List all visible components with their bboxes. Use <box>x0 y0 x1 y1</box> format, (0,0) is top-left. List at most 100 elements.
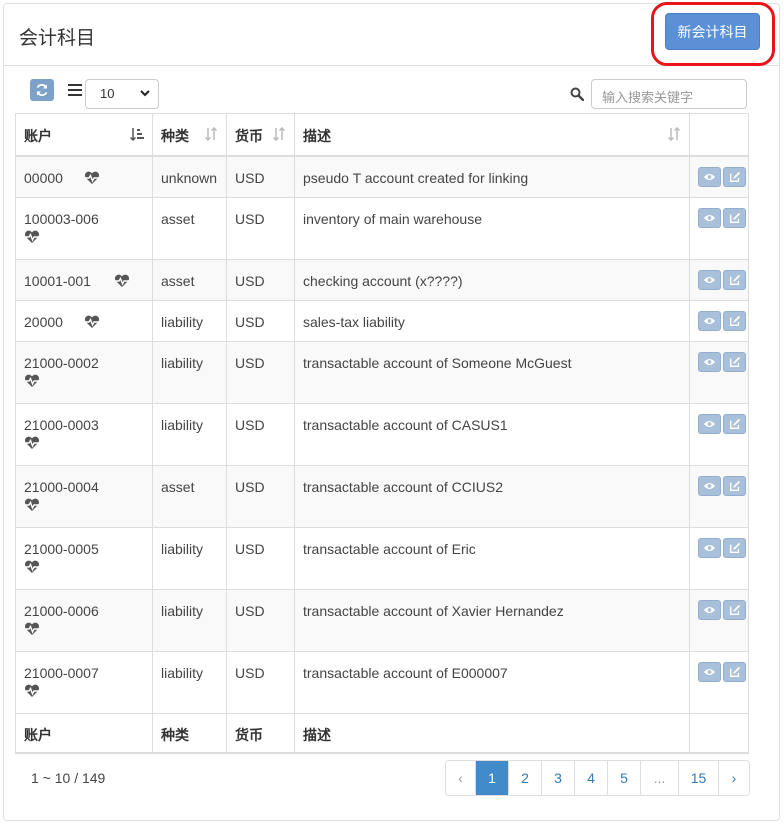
cell-account: 20000 <box>15 300 153 342</box>
edit-icon <box>729 315 740 326</box>
cell-actions <box>689 589 749 652</box>
cell-actions <box>689 197 749 260</box>
eye-icon <box>703 544 716 552</box>
table-row: 10001-001 asset USD checking account (x????… <box>15 259 749 301</box>
heartbeat-icon[interactable] <box>24 436 40 450</box>
account-number[interactable]: 21000-0006 <box>24 603 99 619</box>
footer-description: 描述 <box>294 713 690 754</box>
cell-type: liability <box>152 589 227 652</box>
cell-actions <box>689 300 749 342</box>
edit-button[interactable] <box>723 166 746 187</box>
view-button[interactable] <box>698 352 721 372</box>
table-footer-row: 账户 种类 货币 描述 <box>15 713 749 754</box>
view-button[interactable] <box>698 166 721 187</box>
table-row: 21000-0002 liability USD transactable accou… <box>15 341 749 404</box>
view-button[interactable] <box>698 208 721 228</box>
heartbeat-icon[interactable] <box>24 374 40 388</box>
cell-type: liability <box>152 403 227 466</box>
view-button[interactable] <box>698 311 721 331</box>
cell-account: 21000-0005 <box>15 527 153 590</box>
cell-actions <box>689 259 749 301</box>
sort-icon <box>204 127 218 141</box>
page-4[interactable]: 4 <box>575 761 608 795</box>
cell-account: 21000-0006 <box>15 589 153 652</box>
heartbeat-icon[interactable] <box>24 622 40 636</box>
footer-type: 种类 <box>152 713 227 754</box>
refresh-button[interactable] <box>30 79 54 101</box>
heartbeat-icon[interactable] <box>24 560 40 574</box>
edit-button[interactable] <box>723 270 746 290</box>
view-button[interactable] <box>698 600 721 620</box>
heartbeat-icon[interactable] <box>84 315 100 329</box>
cell-actions <box>689 341 749 404</box>
page-15[interactable]: 15 <box>679 761 719 795</box>
view-button[interactable] <box>698 414 721 434</box>
page-prev[interactable]: ‹ <box>446 761 476 795</box>
account-number[interactable]: 21000-0003 <box>24 417 99 433</box>
account-number[interactable]: 100003-006 <box>24 211 99 227</box>
cell-currency: USD <box>226 155 295 198</box>
page-size-select[interactable]: 10 <box>85 79 159 109</box>
cell-account: 00000 <box>15 155 153 198</box>
column-header-account[interactable]: 账户 <box>15 113 153 157</box>
cell-account: 21000-0007 <box>15 651 153 714</box>
range-text: 1 ~ 10 / 149 <box>31 770 106 786</box>
eye-icon <box>703 214 716 222</box>
edit-button[interactable] <box>723 600 746 620</box>
page-2[interactable]: 2 <box>509 761 542 795</box>
account-number[interactable]: 10001-001 <box>24 273 91 289</box>
page-title: 会计科目 <box>19 28 96 49</box>
column-header-description[interactable]: 描述 <box>294 113 690 157</box>
page-next[interactable]: › <box>719 761 749 795</box>
heartbeat-icon[interactable] <box>24 684 40 698</box>
table-row: 21000-0003 liability USD transactable accou… <box>15 403 749 466</box>
view-button[interactable] <box>698 270 721 290</box>
eye-icon <box>703 668 716 676</box>
page-3[interactable]: 3 <box>542 761 575 795</box>
cell-description: transactable account of Someone McGuest <box>294 341 690 404</box>
heartbeat-icon[interactable] <box>84 171 100 185</box>
cell-currency: USD <box>226 197 295 260</box>
page-1[interactable]: 1 <box>476 761 509 795</box>
account-number[interactable]: 21000-0002 <box>24 355 99 371</box>
account-number[interactable]: 21000-0005 <box>24 541 99 557</box>
edit-button[interactable] <box>723 662 746 682</box>
column-header-currency[interactable]: 货币 <box>226 113 295 157</box>
heartbeat-icon[interactable] <box>24 498 40 512</box>
cell-actions <box>689 465 749 528</box>
page-ellipsis: ... <box>641 761 679 795</box>
eye-icon <box>703 606 716 614</box>
edit-button[interactable] <box>723 311 746 331</box>
view-button[interactable] <box>698 538 721 558</box>
edit-icon <box>729 480 740 491</box>
cell-actions <box>689 403 749 466</box>
account-number[interactable]: 21000-0007 <box>24 665 99 681</box>
account-number[interactable]: 20000 <box>24 314 63 330</box>
footer-account: 账户 <box>15 713 153 754</box>
view-button[interactable] <box>698 662 721 682</box>
cell-description: transactable account of Xavier Hernandez <box>294 589 690 652</box>
account-number[interactable]: 21000-0004 <box>24 479 99 495</box>
edit-button[interactable] <box>723 476 746 496</box>
sort-asc-icon <box>130 128 144 141</box>
account-number[interactable]: 00000 <box>24 170 63 186</box>
edit-icon <box>729 171 740 182</box>
column-header-type[interactable]: 种类 <box>152 113 227 157</box>
search-input[interactable]: 输入搜索关键字 <box>591 79 747 109</box>
page-5[interactable]: 5 <box>608 761 641 795</box>
view-button[interactable] <box>698 476 721 496</box>
pagination: ‹ 1 2 3 4 5 ... 15 › <box>445 760 750 796</box>
edit-button[interactable] <box>723 352 746 372</box>
edit-button[interactable] <box>723 208 746 228</box>
heartbeat-icon[interactable] <box>114 274 130 288</box>
cell-account: 21000-0003 <box>15 403 153 466</box>
list-icon <box>68 84 82 96</box>
edit-button[interactable] <box>723 538 746 558</box>
eye-icon <box>703 358 716 366</box>
edit-icon <box>729 356 740 367</box>
search-icon <box>570 87 584 101</box>
heartbeat-icon[interactable] <box>24 230 40 244</box>
new-account-button[interactable]: 新会计科目 <box>665 13 760 50</box>
edit-button[interactable] <box>723 414 746 434</box>
cell-description: sales-tax liability <box>294 300 690 342</box>
